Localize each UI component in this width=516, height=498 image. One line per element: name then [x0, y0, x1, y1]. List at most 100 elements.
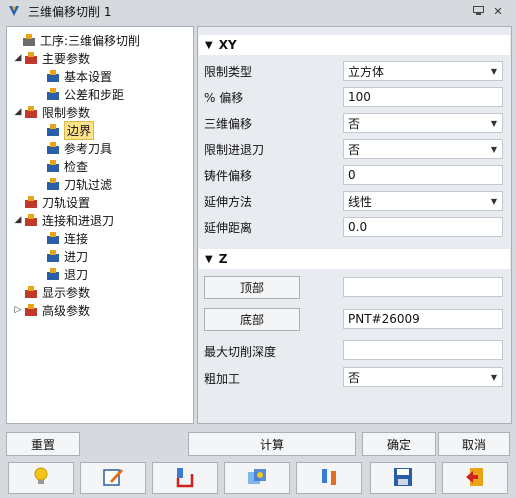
title-bar: 三维偏移切削 1 ✕ [0, 0, 516, 22]
rough-value: 否 [348, 370, 361, 385]
connect-icon [45, 230, 61, 246]
swap-button[interactable] [296, 462, 362, 494]
xy-input[interactable]: 0 [343, 165, 503, 185]
collapse-icon: ▼ [205, 253, 213, 265]
boundary-icon [45, 122, 61, 138]
xy-row-value: 0 [348, 168, 356, 182]
bulb-button[interactable] [8, 462, 74, 494]
expand-icon[interactable]: ▷ [13, 305, 23, 315]
expand-icon[interactable]: ◢ [13, 107, 23, 117]
dropdown-arrow-icon: ▼ [490, 145, 497, 154]
toolpath-settings-icon [23, 194, 39, 210]
rough-select[interactable]: 否 ▼ [343, 367, 503, 387]
xy-row-value: 否 [348, 142, 361, 157]
check-icon [45, 158, 61, 174]
xy-row-label: 限制类型 [204, 64, 253, 79]
basic-settings-icon [45, 68, 61, 84]
expand-icon[interactable]: ◢ [13, 53, 23, 63]
restore-icon[interactable] [470, 3, 486, 19]
bulb-icon [32, 467, 50, 490]
expand-icon[interactable]: ◢ [13, 215, 23, 225]
property-panel: ▼ XY 限制类型 立方体 ▼% 偏移 100 三维偏移否 ▼ 限制进退刀否 ▼ 铸件偏移 0 延伸… [197, 26, 512, 424]
xy-select[interactable]: 线性 ▼ [343, 191, 503, 211]
xy-row: % 偏移 100 [202, 86, 507, 108]
lead-in-icon [45, 248, 61, 264]
top-button[interactable]: 顶部 [204, 276, 300, 299]
tree-item-label: 刀轨过滤 [64, 177, 113, 192]
xy-select[interactable]: 否 ▼ [343, 139, 503, 159]
tree-item-label: 进刀 [64, 249, 89, 264]
tree-item-label: 高级参数 [42, 303, 91, 318]
z-section-header[interactable]: ▼ Z [199, 249, 510, 269]
tree-item[interactable]: ◢ 主要参数 [7, 49, 199, 67]
edit-button[interactable] [80, 462, 146, 494]
calculate-button[interactable]: 计算 [188, 432, 356, 456]
tool-button[interactable] [152, 462, 218, 494]
display-params-icon [23, 284, 39, 300]
tree-item[interactable]: ◢ 连接和进退刀 [7, 211, 199, 229]
ok-button[interactable]: 确定 [362, 432, 436, 456]
xy-row: 限制进退刀否 ▼ [202, 138, 507, 160]
edit-icon [102, 466, 124, 491]
tree-item-label: 工序:三维偏移切削 [40, 33, 141, 48]
tree-item[interactable]: 退刀 [7, 265, 221, 283]
xy-row-value: 100 [348, 90, 371, 104]
dropdown-arrow-icon: ▼ [490, 373, 497, 382]
xy-row-value: 线性 [348, 194, 373, 209]
limit-params-icon [23, 104, 39, 120]
xy-row-label: 三维偏移 [204, 116, 253, 131]
tree-item[interactable]: 刀轨设置 [7, 193, 199, 211]
xy-input[interactable]: 100 [343, 87, 503, 107]
tree-item-label: 基本设置 [64, 69, 113, 84]
bottom-button[interactable]: 底部 [204, 308, 300, 331]
cancel-button[interactable]: 取消 [438, 432, 510, 456]
tree-item[interactable]: 刀轨过滤 [7, 175, 221, 193]
tree-item[interactable]: ◢ 限制参数 [7, 103, 199, 121]
exit-button[interactable] [442, 462, 508, 494]
bottom-field[interactable]: PNT#26009 [343, 309, 503, 329]
render-button[interactable] [224, 462, 290, 494]
xy-row: 延伸方法 线性 ▼ [202, 190, 507, 212]
tree-item-label: 刀轨设置 [42, 195, 91, 210]
reset-button[interactable]: 重置 [6, 432, 80, 456]
save-icon [393, 467, 413, 490]
xy-row-label: % 偏移 [204, 90, 244, 105]
lead-out-icon [45, 266, 61, 282]
xy-input[interactable]: 0.0 [343, 217, 503, 237]
xy-section-header[interactable]: ▼ XY [199, 35, 510, 55]
tree-item[interactable]: 进刀 [7, 247, 221, 265]
tree-item-label: 退刀 [64, 267, 89, 282]
tree-item[interactable]: 基本设置 [7, 67, 221, 85]
swap-icon [318, 466, 340, 491]
tree-item[interactable]: ▷ 高级参数 [7, 301, 199, 319]
app-icon [6, 3, 22, 19]
tolerance-icon [45, 86, 61, 102]
xy-select[interactable]: 否 ▼ [343, 113, 503, 133]
tree-item[interactable]: 参考刀具 [7, 139, 221, 157]
window-title: 三维偏移切削 1 [28, 4, 112, 19]
tree-item[interactable]: 检查 [7, 157, 221, 175]
top-field[interactable] [343, 277, 503, 297]
tree-item[interactable]: 公差和步距 [7, 85, 221, 103]
xy-row: 三维偏移 否 ▼ [202, 112, 507, 134]
save-button[interactable] [370, 462, 436, 494]
tree-item[interactable]: 边界 [7, 120, 221, 140]
collapse-icon: ▼ [205, 39, 213, 51]
tree-item-label: 主要参数 [42, 51, 91, 66]
xy-row-value: 否 [348, 116, 361, 131]
tool-icon [174, 466, 196, 491]
xy-select[interactable]: 立方体 ▼ [343, 61, 503, 81]
tree-item[interactable]: 连接 [7, 229, 221, 247]
max-depth-field[interactable] [343, 340, 503, 360]
tree-item[interactable]: 显示参数 [7, 283, 199, 301]
xy-row-label: 延伸距离 [204, 220, 253, 235]
xy-section-title: XY [218, 38, 237, 52]
close-icon[interactable]: ✕ [490, 3, 506, 19]
xy-row-label: 铸件偏移 [204, 168, 253, 183]
tree-item-label: 公差和步距 [64, 87, 125, 102]
max-depth-label: 最大切削深度 [204, 344, 277, 359]
xy-row-value: 立方体 [348, 64, 385, 79]
z-section-title: Z [218, 252, 228, 266]
tree-item[interactable]: 工序:三维偏移切削 [7, 31, 197, 49]
xy-row-label: 限制进退刀 [204, 142, 265, 157]
